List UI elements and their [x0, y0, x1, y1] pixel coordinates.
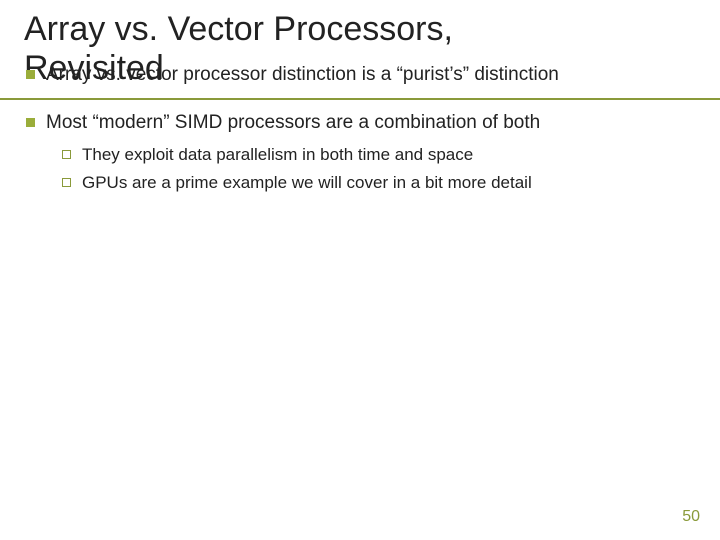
list-item: Array vs. vector processor distinction i… — [24, 62, 696, 88]
bullet-list: Array vs. vector processor distinction i… — [24, 62, 696, 195]
list-item: Most “modern” SIMD processors are a comb… — [24, 110, 696, 195]
sub-bullet-text: GPUs are a prime example we will cover i… — [82, 173, 532, 192]
sub-bullet-text: They exploit data parallelism in both ti… — [82, 145, 473, 164]
bullet-text: Array vs. vector processor distinction i… — [46, 64, 559, 85]
list-item: They exploit data parallelism in both ti… — [46, 143, 696, 167]
title-line-1: Array vs. Vector Processors, — [24, 10, 453, 48]
bullet-text: Most “modern” SIMD processors are a comb… — [46, 112, 540, 133]
sub-bullet-list: They exploit data parallelism in both ti… — [46, 143, 696, 195]
page-number: 50 — [682, 508, 700, 526]
slide-body: Array vs. vector processor distinction i… — [24, 62, 696, 217]
slide: Array vs. Vector Processors, Revisited A… — [0, 0, 720, 540]
list-item: GPUs are a prime example we will cover i… — [46, 171, 696, 195]
